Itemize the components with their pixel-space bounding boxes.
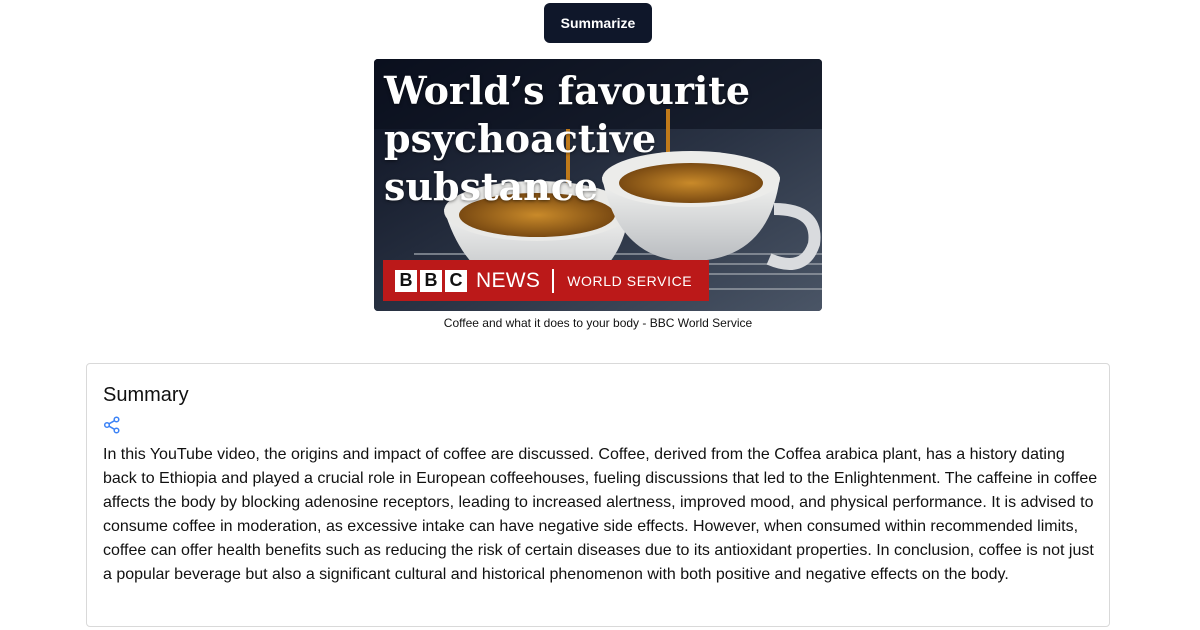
video-thumbnail[interactable]: World’s favourite psychoactive substance…: [374, 59, 822, 311]
thumbnail-headline: World’s favourite psychoactive substance: [384, 68, 751, 209]
summarize-button[interactable]: Summarize: [544, 3, 652, 43]
video-caption: Coffee and what it does to your body - B…: [443, 316, 753, 330]
bbc-news-label: NEWS: [476, 268, 541, 292]
logo-divider: [552, 268, 555, 293]
bbc-block-letter: C: [445, 269, 467, 292]
world-service-label: WORLD SERVICE: [567, 272, 693, 289]
bbc-block-letter: B: [420, 269, 442, 292]
share-icon[interactable]: [103, 416, 121, 434]
summary-card: Summary In this YouTube video, the origi…: [86, 363, 1110, 627]
summary-text: In this YouTube video, the origins and i…: [103, 446, 1098, 583]
bbc-block-letter: B: [395, 269, 417, 292]
bbc-news-logo: B B C NEWS WORLD SERVICE: [383, 260, 709, 301]
summary-title: Summary: [103, 384, 189, 406]
